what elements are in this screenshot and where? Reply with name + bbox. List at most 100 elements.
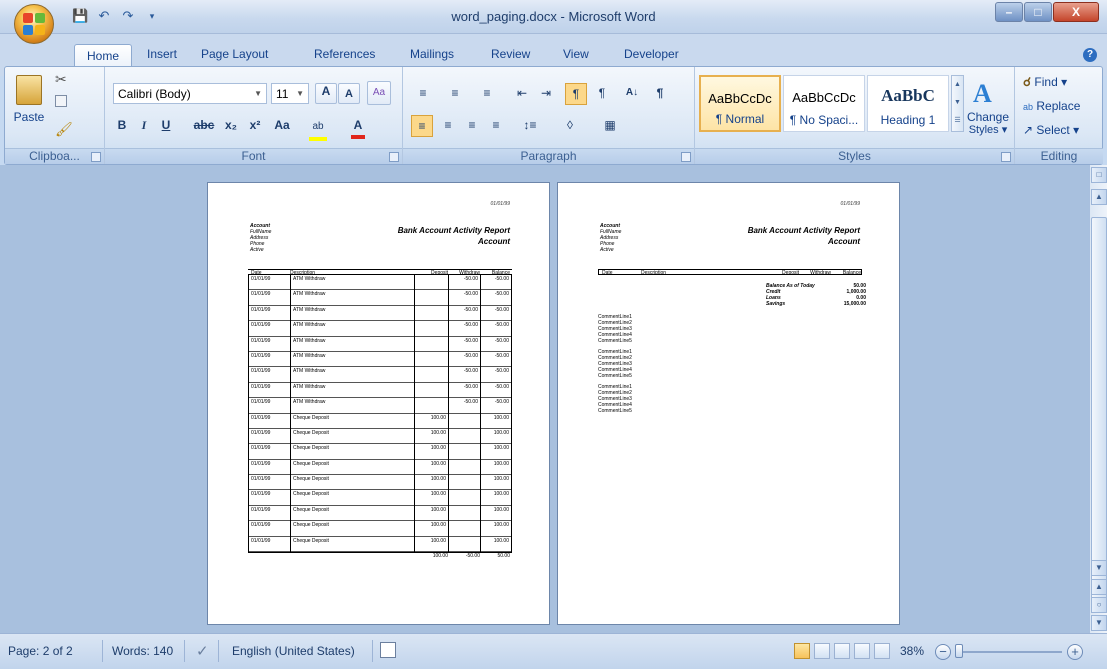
previous-page-icon[interactable]: ▲ — [1091, 579, 1107, 595]
font-name-combo[interactable]: Calibri (Body) ▼ — [113, 83, 267, 104]
web-layout-view-icon[interactable] — [834, 643, 850, 659]
change-case-button[interactable]: Aa — [269, 115, 295, 137]
cut-icon[interactable]: ✂ — [55, 71, 67, 88]
font-color-icon[interactable]: A — [343, 115, 373, 139]
outline-view-icon[interactable] — [854, 643, 870, 659]
line-spacing-icon[interactable]: ↕≡ — [515, 115, 545, 137]
increase-indent-icon[interactable]: ⇥ — [535, 83, 557, 105]
change-styles-button[interactable]: Change Styles ▾ — [963, 111, 1013, 137]
report-date: 01/01/99 — [840, 201, 860, 207]
borders-icon[interactable]: ▦ — [593, 115, 627, 137]
account-labels: Account FullName Address Phone Active — [600, 223, 621, 253]
style-heading-1[interactable]: AaBbC Heading 1 — [867, 75, 949, 132]
shrink-font-icon[interactable]: A — [338, 83, 360, 104]
replace-button[interactable]: ab Replace — [1023, 99, 1080, 113]
office-button[interactable] — [14, 4, 54, 44]
font-size-combo[interactable]: 11 ▼ — [271, 83, 309, 104]
font-launcher-icon[interactable] — [389, 152, 399, 162]
numbering-icon[interactable]: ≡ — [443, 83, 467, 105]
help-icon[interactable]: ? — [1083, 48, 1097, 62]
clear-formatting-icon[interactable]: Aa — [367, 81, 391, 105]
tab-review[interactable]: Review — [491, 47, 530, 61]
select-button[interactable]: ↗ Select ▾ — [1023, 123, 1079, 137]
page-2[interactable]: 01/01/99 Account FullName Address Phone … — [557, 182, 900, 625]
language-indicator[interactable]: English (United States) — [232, 644, 355, 658]
print-layout-view-icon[interactable] — [794, 643, 810, 659]
cell-date: 01/01/99 — [251, 276, 271, 282]
cell-description: Cheque Deposit — [293, 506, 329, 513]
zoom-in-icon[interactable]: + — [1067, 644, 1083, 660]
document-area[interactable]: 01/01/99 Account FullName Address Phone … — [0, 165, 1089, 633]
tab-insert[interactable]: Insert — [147, 47, 177, 61]
zoom-slider[interactable] — [962, 651, 1062, 653]
styles-launcher-icon[interactable] — [1001, 152, 1011, 162]
macro-recording-icon[interactable] — [380, 642, 396, 658]
show-formatting-icon[interactable]: ¶ — [649, 83, 671, 105]
page-1[interactable]: 01/01/99 Account FullName Address Phone … — [207, 182, 550, 625]
superscript-button[interactable]: x² — [245, 115, 265, 137]
font-name-value: Calibri (Body) — [118, 87, 191, 101]
align-right-icon[interactable]: ≡ — [461, 115, 483, 137]
subscript-button[interactable]: x₂ — [221, 115, 241, 137]
cell-date: 01/01/99 — [251, 429, 271, 436]
find-button[interactable]: ☌ Find ▾ — [1023, 75, 1067, 89]
vertical-scrollbar[interactable]: □ ▲ ▼ ▲ ○ ▼ — [1089, 165, 1107, 633]
scroll-thumb[interactable] — [1091, 217, 1107, 606]
summary-label: Savings — [766, 301, 786, 307]
cell-description: Cheque Deposit — [293, 445, 329, 452]
bullets-icon[interactable]: ≡ — [411, 83, 435, 105]
justify-icon[interactable]: ≡ — [485, 115, 507, 137]
maximize-button[interactable]: □ — [1024, 2, 1052, 22]
tab-references[interactable]: References — [314, 47, 375, 61]
draft-view-icon[interactable] — [874, 643, 890, 659]
grow-font-icon[interactable]: A — [315, 83, 337, 104]
format-painter-icon[interactable]: 🖌 — [55, 121, 73, 138]
align-center-icon[interactable]: ≡ — [437, 115, 459, 137]
style-normal[interactable]: AaBbCcDc ¶ Normal — [699, 75, 781, 132]
full-screen-reading-view-icon[interactable] — [814, 643, 830, 659]
account-labels: Account FullName Address Phone Active — [250, 223, 271, 253]
next-page-icon[interactable]: ▼ — [1091, 615, 1107, 631]
cell-description: Cheque Deposit — [293, 522, 329, 529]
change-styles-icon[interactable]: A — [973, 79, 992, 109]
ltr-icon[interactable]: ¶ — [565, 83, 587, 105]
strikethrough-button[interactable]: abc — [189, 115, 219, 137]
copy-icon[interactable] — [55, 95, 67, 107]
multilevel-list-icon[interactable]: ≡ — [475, 83, 499, 105]
word-count[interactable]: Words: 140 — [112, 644, 173, 658]
highlight-color-icon[interactable]: ab — [303, 115, 333, 141]
align-left-icon[interactable]: ≡ — [411, 115, 433, 137]
comment-block: CommentLine1 CommentLine2 CommentLine3 Comm… — [598, 349, 632, 379]
bold-button[interactable]: B — [113, 115, 131, 137]
cell-deposit: 100.00 — [430, 414, 446, 421]
tab-page-layout[interactable]: Page Layout — [201, 47, 268, 61]
ruler-toggle-icon[interactable]: □ — [1091, 167, 1107, 183]
tab-mailings[interactable]: Mailings — [410, 47, 454, 61]
minimize-button[interactable]: – — [995, 2, 1023, 22]
shading-icon[interactable]: ◊ — [553, 115, 587, 137]
proofing-icon[interactable]: ✓ — [196, 642, 209, 660]
clipboard-launcher-icon[interactable] — [91, 152, 101, 162]
zoom-slider-thumb[interactable] — [955, 644, 963, 658]
tab-view[interactable]: View — [563, 47, 589, 61]
zoom-level[interactable]: 38% — [900, 644, 924, 658]
scroll-up-icon[interactable]: ▲ — [1091, 189, 1107, 205]
paste-button[interactable]: Paste — [11, 73, 47, 131]
italic-button[interactable]: I — [135, 115, 153, 137]
style-no-spacing[interactable]: AaBbCcDc ¶ No Spaci... — [783, 75, 865, 132]
header-deposit: Deposit — [782, 270, 799, 274]
table-row: 01/01/99 ATM Withdraw -50.00 -50.00 — [248, 337, 512, 352]
scroll-down-icon[interactable]: ▼ — [1091, 560, 1107, 576]
paragraph-launcher-icon[interactable] — [681, 152, 691, 162]
cell-withdraw: -50.00 — [463, 383, 478, 390]
decrease-indent-icon[interactable]: ⇤ — [511, 83, 533, 105]
underline-button[interactable]: U — [157, 115, 175, 137]
page-indicator[interactable]: Page: 2 of 2 — [8, 644, 73, 658]
tab-developer[interactable]: Developer — [624, 47, 679, 61]
zoom-out-icon[interactable]: − — [935, 644, 951, 660]
sort-icon[interactable]: A↓ — [621, 83, 643, 105]
close-button[interactable]: X — [1053, 2, 1099, 22]
rtl-icon[interactable]: ¶ — [591, 83, 613, 105]
cell-balance: -50.00 — [494, 352, 509, 359]
select-browse-object-icon[interactable]: ○ — [1091, 597, 1107, 613]
